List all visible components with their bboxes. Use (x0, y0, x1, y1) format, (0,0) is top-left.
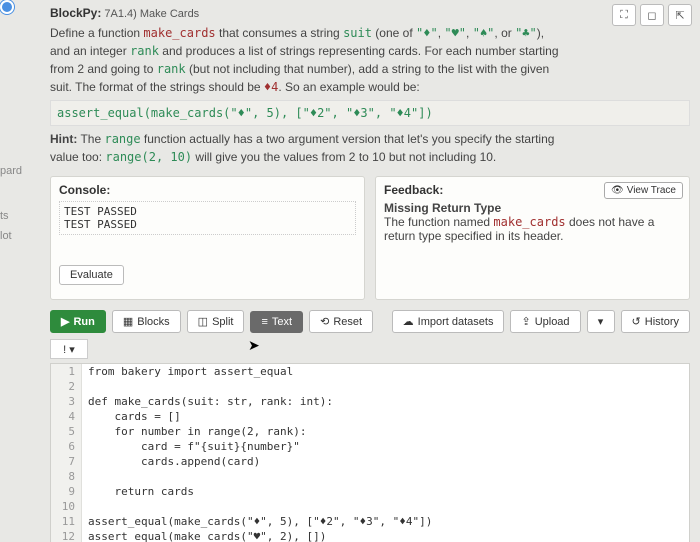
popout-icon: ⇱ (675, 9, 684, 22)
code-line[interactable]: return cards (82, 484, 194, 499)
line-number: 5 (51, 424, 82, 439)
breadcrumb: BlockPy: 7A1.4) Make Cards (50, 6, 690, 20)
line-number: 6 (51, 439, 82, 454)
problem-description: Define a function make_cards that consum… (50, 24, 690, 166)
upload-icon: ⇪ (521, 315, 530, 328)
code-line[interactable]: for number in range(2, rank): (82, 424, 307, 439)
gutter-marker (0, 0, 14, 14)
line-number: 2 (51, 379, 82, 394)
history-button[interactable]: ↺History (621, 310, 690, 333)
line-number: 11 (51, 514, 82, 529)
breadcrumb-path: 7A1.4) Make Cards (104, 8, 199, 20)
code-line[interactable]: cards = [] (82, 409, 181, 424)
code-editor[interactable]: 1from bakery import assert_equal 2 3def … (50, 363, 690, 542)
code-line[interactable]: def make_cards(suit: str, rank: int): (82, 394, 333, 409)
code-line[interactable] (82, 379, 88, 394)
popout-button[interactable]: ⇱ (668, 4, 692, 26)
run-button[interactable]: ▶Run (50, 310, 106, 333)
play-icon: ▶ (61, 315, 69, 328)
chevron-down-icon: ▾ (598, 315, 604, 328)
file-selector[interactable]: ! ▾ (50, 339, 88, 359)
console-line: TEST PASSED (64, 218, 351, 231)
split-button[interactable]: ◫Split (187, 310, 245, 333)
line-number: 4 (51, 409, 82, 424)
upload-dropdown[interactable]: ▾ (587, 310, 615, 333)
reset-button[interactable]: ⟲Reset (309, 310, 373, 333)
code-line[interactable] (82, 469, 88, 484)
reset-icon: ⟲ (320, 315, 329, 328)
code-line[interactable]: cards.append(card) (82, 454, 260, 469)
app-title: BlockPy: (50, 6, 101, 20)
code-line[interactable]: card = f"{suit}{number}" (82, 439, 300, 454)
history-icon: ↺ (632, 315, 641, 328)
text-icon: ≡ (261, 316, 267, 328)
console-line: TEST PASSED (64, 205, 351, 218)
left-frag-1: pard (0, 165, 22, 177)
feedback-subtitle: Missing Return Type (384, 201, 501, 215)
window-icon: ◻ (647, 9, 656, 22)
console-title: Console: (59, 183, 356, 197)
code-line[interactable]: assert_equal(make_cards("♥", 2), []) (82, 529, 326, 542)
line-number: 7 (51, 454, 82, 469)
fullscreen-button[interactable]: ⛶ (612, 4, 636, 26)
text-button[interactable]: ≡Text (250, 311, 303, 333)
feedback-msg: The function named make_cards does not h… (384, 215, 654, 243)
blocks-button[interactable]: ▦Blocks (112, 310, 181, 333)
line-number: 8 (51, 469, 82, 484)
feedback-panel: 👁 View Trace Feedback: Missing Return Ty… (375, 176, 690, 300)
upload-button[interactable]: ⇪Upload (510, 310, 580, 333)
left-frag-2: ts (0, 210, 9, 222)
editor-toolbar: ▶Run ▦Blocks ◫Split ≡Text ⟲Reset ☁Import… (50, 310, 690, 333)
window-button[interactable]: ◻ (640, 4, 664, 26)
evaluate-button[interactable]: Evaluate (59, 265, 124, 285)
example-code: assert_equal(make_cards("♦", 5), ["♦2", … (50, 100, 690, 126)
line-number: 3 (51, 394, 82, 409)
line-number: 10 (51, 499, 82, 514)
line-number: 1 (51, 364, 82, 379)
blocks-icon: ▦ (123, 315, 133, 328)
left-frag-3: lot (0, 230, 12, 242)
split-icon: ◫ (198, 315, 208, 328)
import-datasets-button[interactable]: ☁Import datasets (392, 310, 505, 333)
console-panel: Console: TEST PASSED TEST PASSED Evaluat… (50, 176, 365, 300)
cloud-icon: ☁ (403, 315, 414, 328)
console-output: TEST PASSED TEST PASSED (59, 201, 356, 235)
code-line[interactable]: from bakery import assert_equal (82, 364, 293, 379)
code-line[interactable] (82, 499, 88, 514)
expand-icon: ⛶ (620, 9, 628, 22)
view-trace-button[interactable]: 👁 View Trace (604, 182, 683, 199)
line-number: 9 (51, 484, 82, 499)
code-line[interactable]: assert_equal(make_cards("♦", 5), ["♦2", … (82, 514, 432, 529)
line-number: 12 (51, 529, 82, 542)
eye-icon: 👁 (611, 185, 624, 196)
view-trace-label: View Trace (627, 185, 676, 196)
